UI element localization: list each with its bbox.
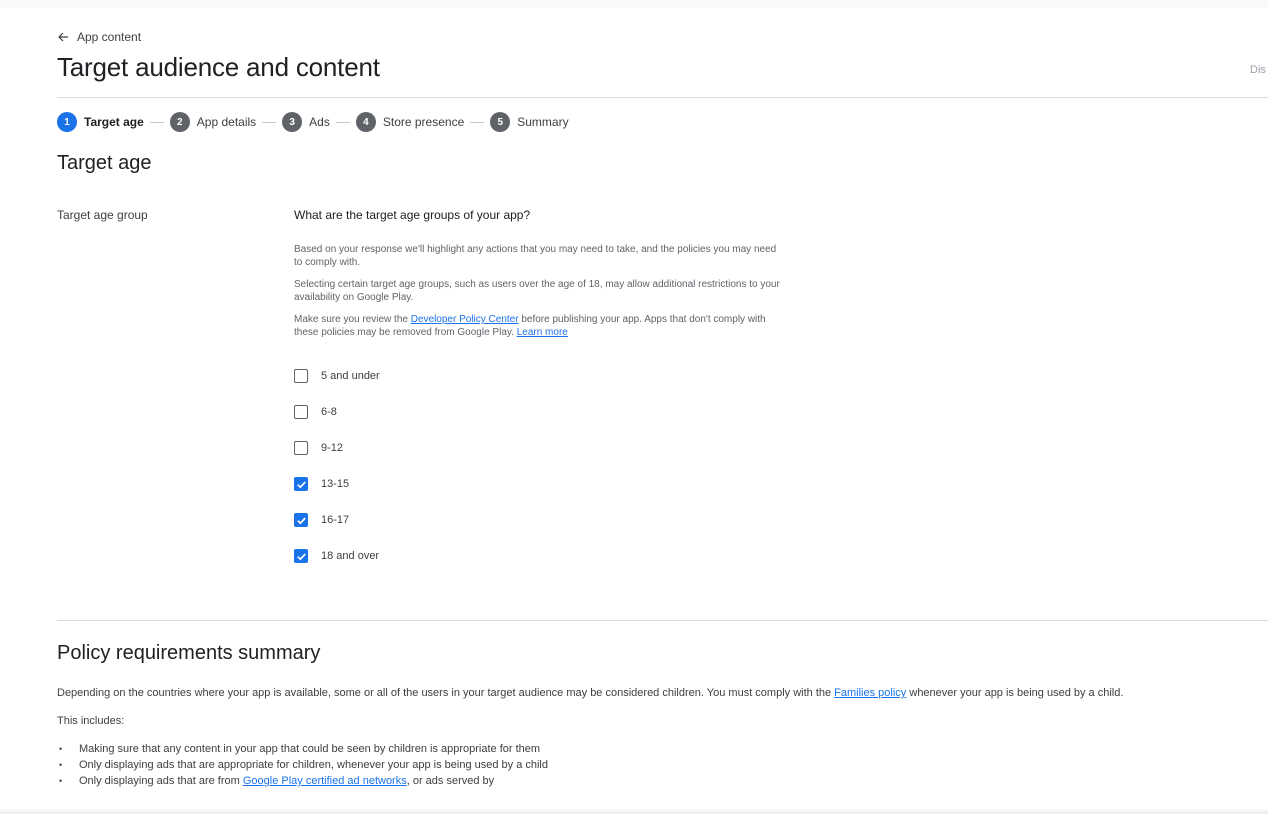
families-policy-link[interactable]: Families policy xyxy=(834,687,906,699)
step-number: 3 xyxy=(282,112,303,132)
policy-paragraph: Depending on the countries where your ap… xyxy=(57,687,1123,699)
checkbox-label: 16-17 xyxy=(321,514,350,526)
step-app-details[interactable]: 2 App details xyxy=(169,112,257,132)
help-text-2: Selecting certain target age groups, suc… xyxy=(294,279,780,303)
list-item-text: Only displaying ads that are from Google… xyxy=(79,773,549,789)
field-label-target-age-group: Target age group xyxy=(57,208,148,222)
list-item-text-end: , or ads served by xyxy=(406,775,495,787)
list-item: Only displaying ads that are appropriate… xyxy=(57,757,552,773)
check-icon xyxy=(296,517,306,524)
help-text-3-start: Make sure you review the xyxy=(294,314,411,325)
policy-paragraph-end: whenever your app is being used by a chi… xyxy=(906,687,1124,699)
check-icon xyxy=(296,481,306,488)
list-item-text-start: Only displaying ads that are from xyxy=(79,775,243,787)
help-text-3: Make sure you review the Developer Polic… xyxy=(294,313,784,339)
bottom-edge xyxy=(0,808,1268,814)
section-divider xyxy=(57,620,1268,621)
top-band xyxy=(0,0,1268,8)
checkbox[interactable] xyxy=(294,369,308,383)
developer-policy-center-link[interactable]: Developer Policy Center xyxy=(411,314,519,325)
learn-more-link[interactable]: Learn more xyxy=(517,327,568,338)
step-label: App details xyxy=(196,115,257,129)
checkbox-label: 5 and under xyxy=(321,370,380,382)
discard-button-partial[interactable]: Dis xyxy=(1250,64,1266,76)
page-title: Target audience and content xyxy=(57,52,380,82)
step-connector xyxy=(470,121,485,123)
step-number: 1 xyxy=(57,112,77,132)
step-summary[interactable]: 5 Summary xyxy=(490,112,569,132)
checkbox-label: 13-15 xyxy=(321,478,350,490)
step-store-presence[interactable]: 4 Store presence xyxy=(355,112,465,132)
checkbox[interactable] xyxy=(294,405,308,419)
checkbox-label: 6-8 xyxy=(321,406,337,418)
step-connector xyxy=(335,121,350,123)
certified-ad-networks-link[interactable]: Google Play certified ad networks xyxy=(243,775,407,787)
age-option-16-17[interactable]: 16-17 xyxy=(294,512,349,528)
policy-summary-title: Policy requirements summary xyxy=(57,642,321,664)
help-text-1: Based on your response we'll highlight a… xyxy=(294,244,777,268)
age-option-6-8[interactable]: 6-8 xyxy=(294,404,337,420)
step-connector xyxy=(149,121,164,123)
policy-paragraph-start: Depending on the countries where your ap… xyxy=(57,687,835,699)
step-label: Ads xyxy=(309,115,330,129)
step-number: 2 xyxy=(169,112,190,132)
list-item: Only displaying ads that are from Google… xyxy=(57,773,552,789)
list-item-text: Making sure that any content in your app… xyxy=(79,743,541,755)
age-option-5-and-under[interactable]: 5 and under xyxy=(294,368,380,384)
step-number: 5 xyxy=(490,112,511,132)
back-link-label: App content xyxy=(77,30,142,44)
checkbox-checked[interactable] xyxy=(294,477,308,491)
age-option-13-15[interactable]: 13-15 xyxy=(294,476,349,492)
step-label: Store presence xyxy=(382,115,465,129)
includes-text: This includes: xyxy=(57,715,125,727)
step-label: Target age xyxy=(84,115,144,129)
section-title-target-age: Target age xyxy=(57,152,152,174)
arrow-back-icon xyxy=(58,32,68,42)
checkbox-label: 9-12 xyxy=(321,442,344,454)
step-connector xyxy=(262,121,277,123)
age-option-18-and-over[interactable]: 18 and over xyxy=(294,548,379,564)
age-option-9-12[interactable]: 9-12 xyxy=(294,440,343,456)
step-ads[interactable]: 3 Ads xyxy=(282,112,330,132)
list-item-text: Only displaying ads that are appropriate… xyxy=(79,759,548,771)
checkbox[interactable] xyxy=(294,441,308,455)
stepper: 1 Target age 2 App details 3 Ads 4 Store… xyxy=(57,112,569,132)
step-number: 4 xyxy=(355,112,376,132)
checkbox-label: 18 and over xyxy=(321,550,380,562)
check-icon xyxy=(296,553,306,560)
step-target-age[interactable]: 1 Target age xyxy=(57,112,144,132)
list-item: Making sure that any content in your app… xyxy=(57,741,552,757)
header-divider xyxy=(57,97,1268,98)
checkbox-checked[interactable] xyxy=(294,513,308,527)
back-link[interactable]: App content xyxy=(57,30,141,44)
question-text: What are the target age groups of your a… xyxy=(294,208,531,222)
step-label: Summary xyxy=(517,115,569,129)
requirements-list: Making sure that any content in your app… xyxy=(57,741,557,789)
checkbox-checked[interactable] xyxy=(294,549,308,563)
